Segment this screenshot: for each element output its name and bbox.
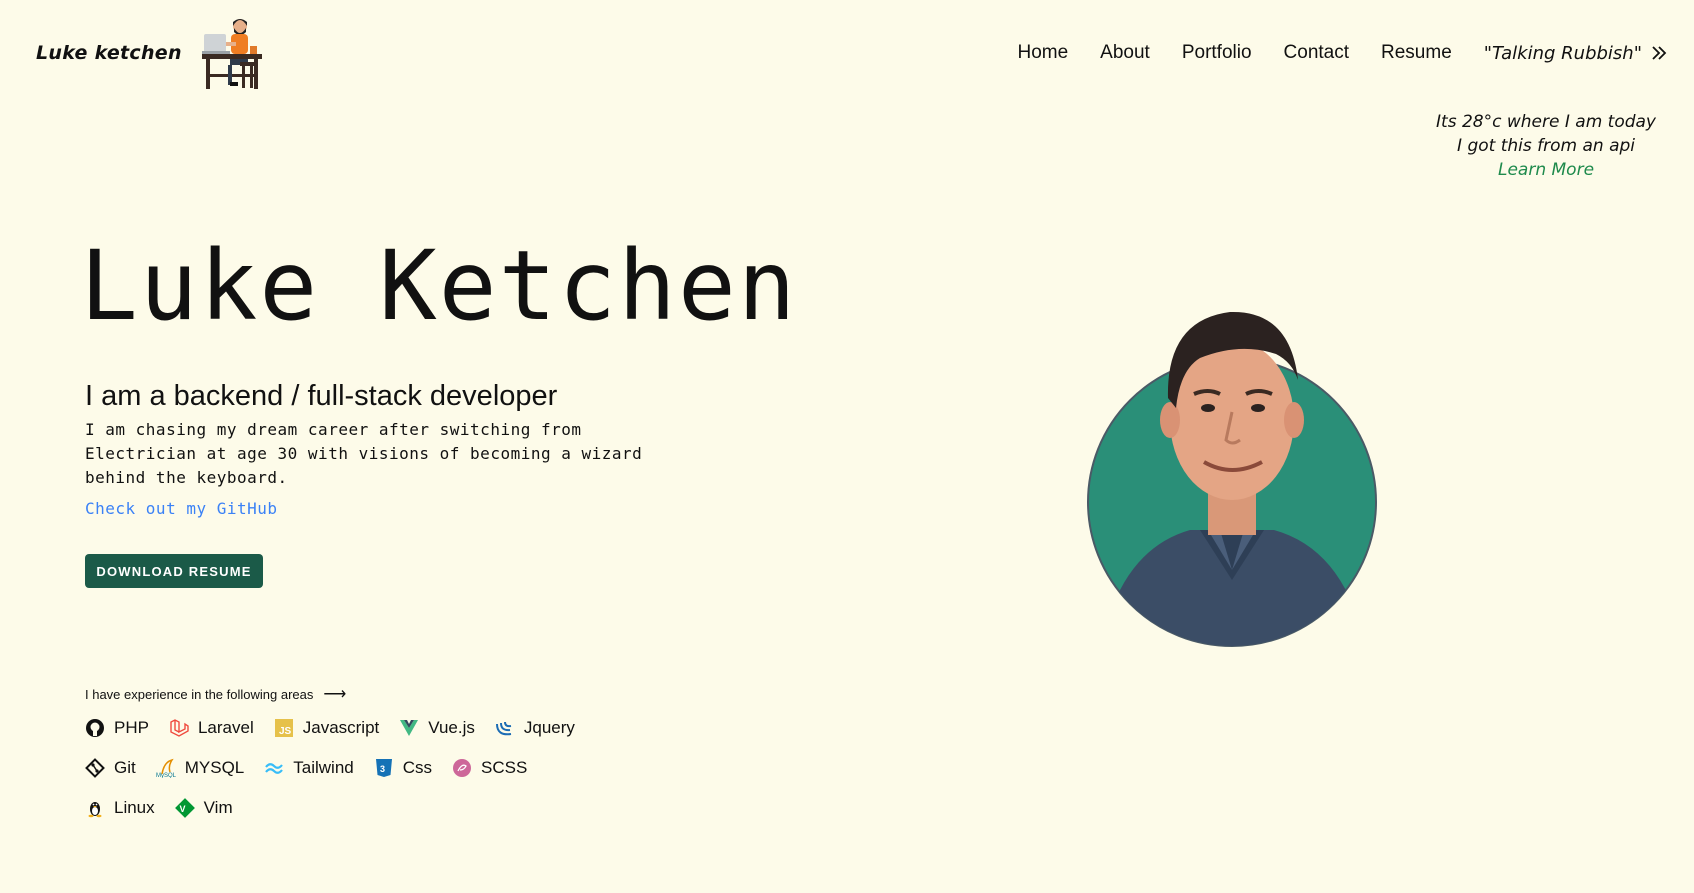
skill-label: Css — [402, 758, 433, 777]
vue-icon — [400, 720, 419, 736]
svg-text:MySQL: MySQL — [156, 773, 176, 778]
skill-label: Tailwind — [293, 758, 354, 777]
logo-text: Luke ketchen — [36, 42, 182, 64]
mysql-icon: MySQL — [156, 758, 176, 778]
skill-git: Git — [85, 756, 136, 780]
skill-label: Javascript — [302, 718, 380, 737]
javascript-icon: JS — [274, 719, 293, 737]
nav-resume[interactable]: Resume — [1381, 42, 1452, 64]
skill-label: Laravel — [197, 718, 254, 737]
main-nav: Home About Portfolio Contact Resume "Tal… — [1017, 42, 1668, 64]
git-icon — [85, 758, 105, 778]
tailwind-icon — [265, 763, 284, 774]
weather-line-temperature: Its 28°c where I am today — [1436, 112, 1656, 132]
jquery-icon — [495, 721, 512, 736]
skill-label: Git — [114, 758, 136, 777]
hero-subtitle: I am a backend / full-stack developer — [85, 380, 558, 412]
experience-label-text: I have experience in the following areas — [85, 686, 314, 702]
github-link[interactable]: Check out my GitHub — [85, 499, 278, 518]
skill-php: PHP — [85, 716, 149, 740]
skill-label: Jquery — [523, 718, 575, 737]
skill-javascript: JS Javascript — [274, 716, 380, 740]
svg-text:V: V — [179, 804, 185, 814]
skill-label: MYSQL — [184, 758, 245, 777]
skill-vue: Vue.js — [399, 716, 475, 740]
skill-label: SCSS — [481, 758, 528, 777]
developer-at-desk-icon — [201, 19, 262, 89]
skill-tailwind: Tailwind — [264, 756, 354, 780]
profile-photo — [1087, 311, 1377, 647]
laravel-icon — [170, 719, 189, 737]
weather-widget: Its 28°c where I am today I got this fro… — [1436, 110, 1656, 182]
skill-jquery: Jquery — [495, 716, 575, 740]
sass-icon — [453, 759, 472, 777]
experience-label: I have experience in the following areas… — [85, 684, 346, 704]
nav-home[interactable]: Home — [1017, 42, 1068, 64]
hero-description: I am chasing my dream career after switc… — [85, 420, 643, 487]
hero-name: Luke Ketchen — [80, 230, 798, 342]
linux-icon — [88, 802, 102, 818]
nav-talking-rubbish-label: "Talking Rubbish" — [1483, 42, 1642, 64]
vim-icon: V — [174, 798, 195, 818]
github-icon — [86, 719, 104, 737]
css-icon: 3 — [375, 759, 392, 777]
nav-contact[interactable]: Contact — [1284, 42, 1349, 64]
weather-line-api: I got this from an api — [1457, 136, 1635, 156]
svg-text:3: 3 — [380, 764, 385, 774]
svg-text:JS: JS — [279, 726, 292, 737]
nav-portfolio[interactable]: Portfolio — [1182, 42, 1252, 64]
skill-vim: V Vim — [174, 796, 233, 820]
learn-more-link[interactable]: Learn More — [1436, 158, 1656, 182]
skill-scss: SCSS — [452, 756, 527, 780]
site-logo[interactable]: Luke ketchen — [36, 16, 264, 90]
nav-about[interactable]: About — [1100, 42, 1150, 64]
double-chevron-right-icon — [1652, 46, 1667, 60]
arrow-right-icon: ⟶ — [323, 686, 347, 703]
skill-label: Linux — [114, 798, 155, 817]
skill-css: 3 Css — [374, 756, 432, 780]
skill-label: Vim — [203, 798, 233, 817]
download-resume-button[interactable]: DOWNLOAD RESUME — [85, 554, 263, 588]
skill-label: Vue.js — [428, 718, 475, 737]
nav-talking-rubbish[interactable]: "Talking Rubbish" — [1484, 43, 1668, 64]
skill-linux: Linux — [85, 796, 155, 820]
skill-laravel: Laravel — [169, 716, 254, 740]
skill-label: PHP — [114, 718, 149, 737]
skills-list: PHP Laravel JS Javascript Vue.js Jquery … — [85, 716, 605, 820]
skill-mysql: MySQL MYSQL — [156, 756, 245, 780]
